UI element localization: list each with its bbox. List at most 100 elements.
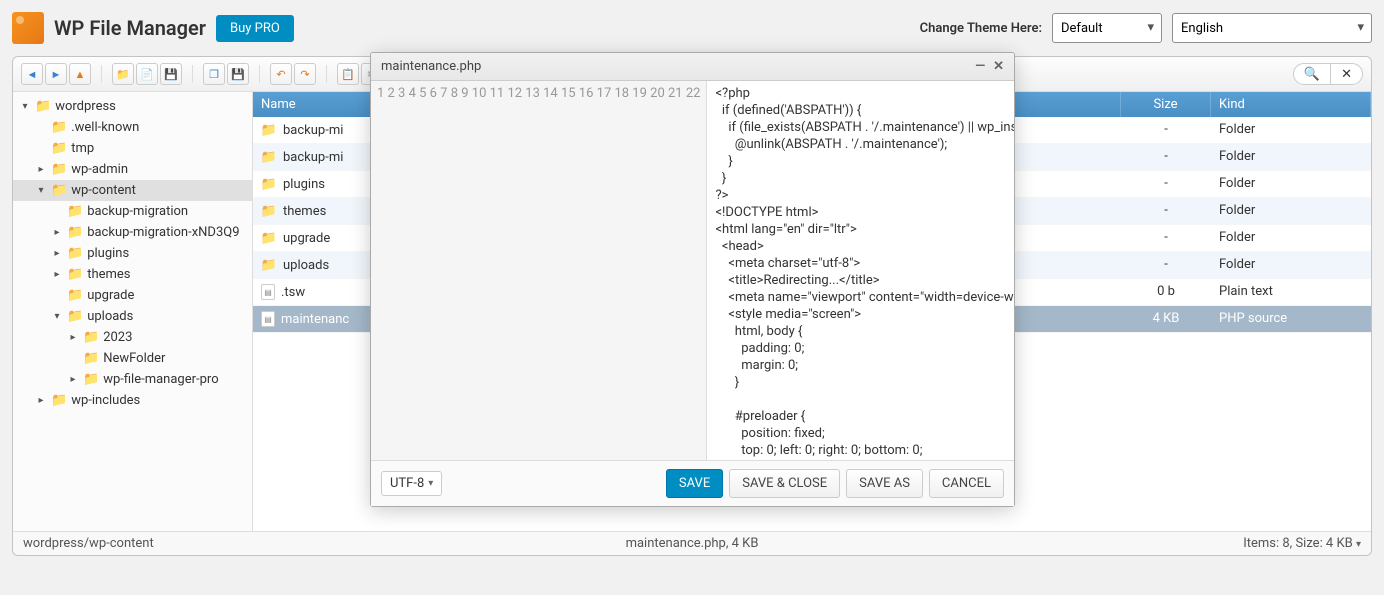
expander-icon[interactable]: ▸	[67, 374, 79, 385]
expander-icon[interactable]: ▸	[35, 395, 47, 406]
upload-button[interactable]: 💾	[160, 63, 182, 85]
folder-icon: 📁	[261, 230, 277, 246]
column-size[interactable]: Size	[1121, 92, 1211, 117]
tree-item[interactable]: ▸📁backup-migration-xND3Q9	[13, 222, 252, 243]
folder-icon: 📁	[67, 204, 83, 219]
row-name: maintenanc	[281, 312, 349, 327]
tree-item[interactable]: 📁 backup-migration	[13, 201, 252, 222]
row-name: .tsw	[281, 285, 305, 300]
save-as-button[interactable]: SAVE AS	[846, 469, 923, 498]
row-name: themes	[283, 204, 326, 219]
row-kind: Folder	[1211, 117, 1371, 143]
new-folder-button[interactable]: 📁	[112, 63, 134, 85]
tree-item[interactable]: 📁NewFolder	[13, 348, 252, 369]
dialog-title: maintenance.php	[381, 59, 481, 74]
row-name: upgrade	[283, 231, 330, 246]
row-size: -	[1121, 117, 1211, 143]
folder-tree[interactable]: ▾📁wordpress📁.well-known📁tmp▸📁wp-admin▾📁w…	[13, 92, 253, 531]
copy-button[interactable]: ❐	[203, 63, 225, 85]
minimize-button[interactable]: —	[975, 59, 985, 74]
folder-icon: 📁	[67, 267, 83, 282]
row-kind: Folder	[1211, 225, 1371, 251]
tree-item[interactable]: ▾📁uploads	[13, 306, 252, 327]
search-button[interactable]: 🔍	[1293, 63, 1331, 85]
folder-icon: 📁	[261, 257, 277, 273]
search-clear-button[interactable]: ✕	[1330, 63, 1363, 85]
code-content[interactable]: <?php if (defined('ABSPATH')) { if (file…	[707, 81, 1014, 460]
forward-button[interactable]: ►	[45, 63, 67, 85]
folder-icon: 📁	[51, 162, 67, 177]
undo-button[interactable]: ↶	[270, 63, 292, 85]
expander-icon[interactable]: ▸	[67, 332, 79, 343]
tree-item[interactable]: ▸📁2023	[13, 327, 252, 348]
row-name: plugins	[283, 177, 325, 192]
language-select[interactable]: English	[1172, 13, 1372, 43]
tree-item[interactable]: 📁.well-known	[13, 117, 252, 138]
folder-icon: 📁	[67, 309, 83, 324]
folder-icon: 📁	[83, 351, 99, 366]
folder-icon: 📁	[67, 225, 83, 240]
row-size: 0 b	[1121, 279, 1211, 305]
tree-item[interactable]: ▸ 📁 themes	[13, 264, 252, 285]
cancel-button[interactable]: CANCEL	[929, 469, 1004, 498]
encoding-select[interactable]: UTF-8 ▾	[381, 471, 442, 496]
row-name: backup-mi	[283, 150, 343, 165]
back-button[interactable]: ◄	[21, 63, 43, 85]
expander-icon[interactable]: ▸	[51, 248, 63, 259]
folder-icon: 📁	[51, 141, 67, 156]
dialog-titlebar[interactable]: maintenance.php — ✕	[371, 53, 1014, 81]
tree-label: wp-content	[71, 183, 136, 198]
row-name: uploads	[283, 258, 329, 273]
row-size: 4 KB	[1121, 306, 1211, 332]
redo-button[interactable]: ↷	[294, 63, 316, 85]
tree-item[interactable]: ▸📁wp-includes	[13, 390, 252, 411]
folder-icon: 📁	[67, 288, 83, 303]
expander-icon[interactable]: ▸	[51, 269, 63, 280]
theme-select[interactable]: Default	[1052, 13, 1162, 43]
tree-label: 2023	[103, 330, 132, 345]
save-close-button[interactable]: SAVE & CLOSE	[729, 469, 840, 498]
folder-icon: 📁	[261, 149, 277, 165]
tree-item[interactable]: ▸📁plugins	[13, 243, 252, 264]
expander-icon[interactable]: ▸	[35, 164, 47, 175]
close-button[interactable]: ✕	[993, 59, 1004, 74]
tree-label: upgrade	[87, 288, 134, 303]
buy-pro-button[interactable]: Buy PRO	[216, 15, 294, 42]
folder-icon: 📁	[83, 372, 99, 387]
code-editor[interactable]: 1 2 3 4 5 6 7 8 9 10 11 12 13 14 15 16 1…	[371, 81, 1014, 460]
status-path: wordpress/wp-content	[23, 536, 154, 551]
tree-item[interactable]: 📁 tmp	[13, 138, 252, 159]
save-button[interactable]: SAVE	[666, 469, 723, 498]
save-button[interactable]: 💾	[227, 63, 249, 85]
expander-icon[interactable]: ▸	[51, 227, 63, 238]
expander-icon[interactable]: ▾	[51, 311, 63, 322]
row-kind: Folder	[1211, 198, 1371, 224]
folder-icon: 📁	[261, 122, 277, 138]
tree-label: wp-file-manager-pro	[103, 372, 218, 387]
status-caret-icon[interactable]: ▾	[1356, 539, 1361, 550]
clipboard-copy-button[interactable]: 📋	[337, 63, 359, 85]
row-kind: PHP source	[1211, 306, 1371, 332]
column-kind[interactable]: Kind	[1211, 92, 1371, 117]
line-gutter: 1 2 3 4 5 6 7 8 9 10 11 12 13 14 15 16 1…	[371, 81, 707, 460]
tree-label: wordpress	[55, 99, 116, 114]
tree-item[interactable]: ▾ 📁 wordpress	[13, 96, 252, 117]
dialog-footer: UTF-8 ▾ SAVE SAVE & CLOSE SAVE AS CANCEL	[371, 460, 1014, 506]
folder-icon: 📁	[51, 393, 67, 408]
tree-item[interactable]: ▸ 📁 wp-file-manager-pro	[13, 369, 252, 390]
up-button[interactable]: ▲	[69, 63, 91, 85]
expander-icon[interactable]: ▾	[35, 185, 47, 196]
tree-item[interactable]: ▸📁wp-admin	[13, 159, 252, 180]
row-size: -	[1121, 198, 1211, 224]
tree-item[interactable]: ▾📁wp-content	[13, 180, 252, 201]
folder-icon: 📁	[35, 99, 51, 114]
tree-label: themes	[87, 267, 130, 282]
tree-label: plugins	[87, 246, 129, 261]
expander-icon[interactable]: ▾	[19, 101, 31, 112]
new-file-button[interactable]: 📄	[136, 63, 158, 85]
tree-label: tmp	[71, 141, 94, 156]
statusbar: wordpress/wp-content maintenance.php, 4 …	[13, 531, 1371, 555]
tree-item[interactable]: 📁 upgrade	[13, 285, 252, 306]
tree-label: backup-migration	[87, 204, 188, 219]
row-kind: Folder	[1211, 171, 1371, 197]
